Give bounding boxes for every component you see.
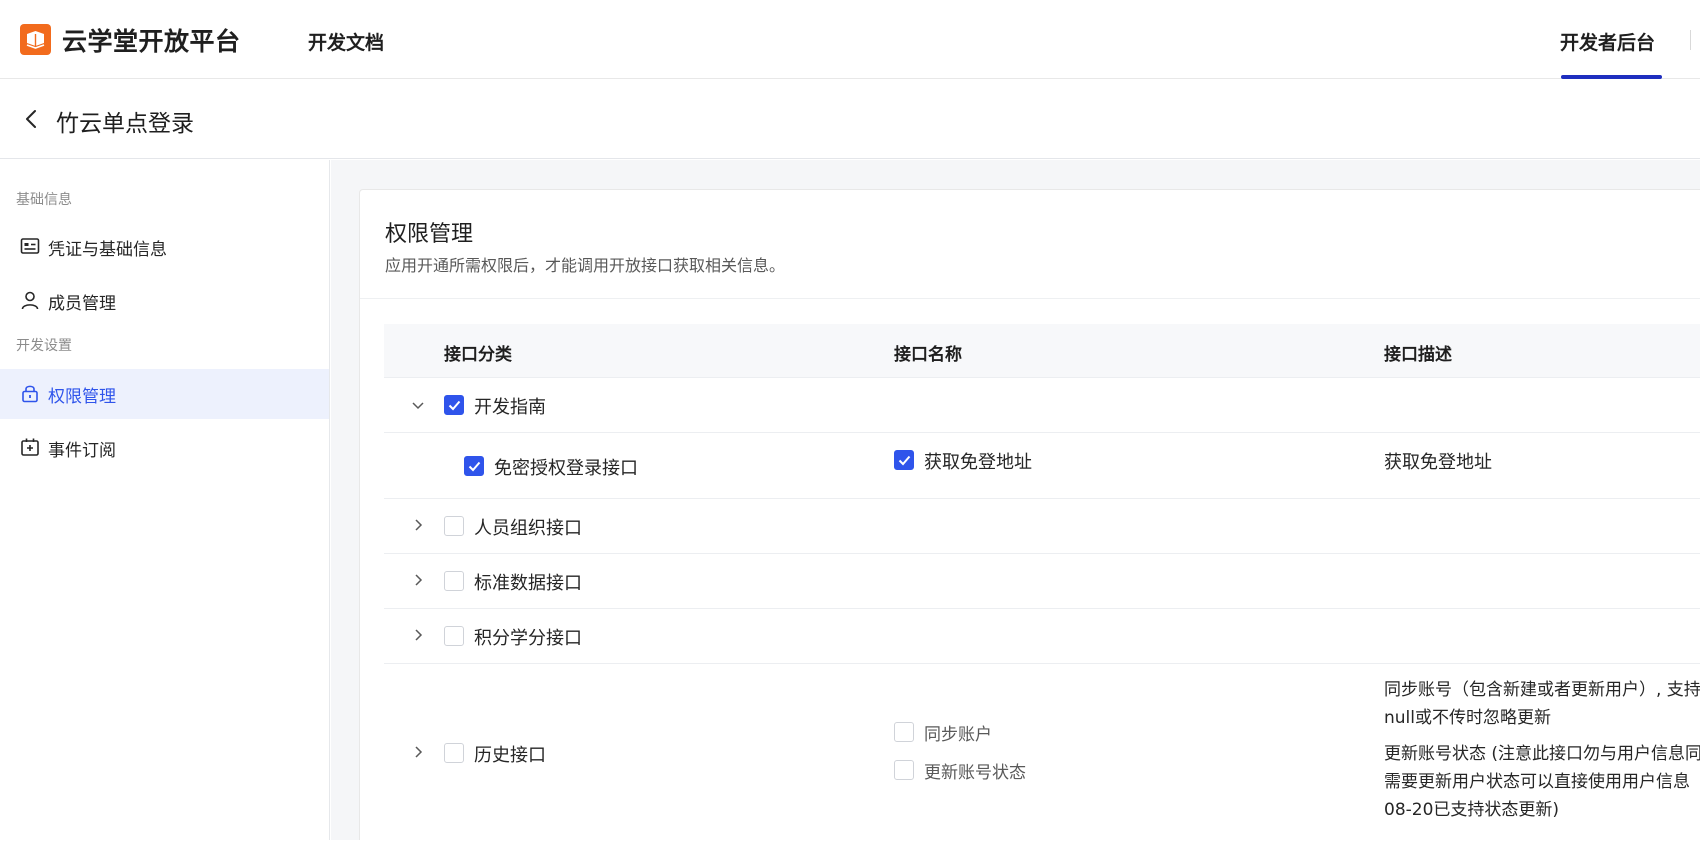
sidebar-item-permissions[interactable]: 权限管理 [0, 369, 329, 419]
card-description: 应用开通所需权限后，才能调用开放接口获取相关信息。 [385, 256, 786, 275]
divider [360, 298, 1700, 299]
api-checkbox[interactable] [894, 722, 914, 742]
api-description: 需要更新用户状态可以直接使用用户信息 [1384, 772, 1690, 792]
subcategory-checkbox[interactable] [464, 456, 484, 476]
api-description: 同步账号（包含新建或者更新用户）, 支持 [1384, 680, 1700, 700]
table-row: 历史接口 同步账户 更新账号状态 同步账号（包含新建或者更新用户）, 支持 nu… [384, 664, 1700, 844]
table-row: 标准数据接口 [384, 554, 1700, 609]
table-row: 积分学分接口 [384, 609, 1700, 664]
sidebar-item-credentials[interactable]: 凭证与基础信息 [0, 222, 329, 272]
subcategory-label: 免密授权登录接口 [494, 458, 638, 479]
sidebar-item-label: 成员管理 [48, 294, 116, 314]
chevron-right-icon[interactable] [410, 517, 426, 533]
page-title: 竹云单点登录 [56, 111, 194, 137]
category-checkbox[interactable] [444, 516, 464, 536]
category-label: 开发指南 [474, 397, 546, 418]
sub-header: 竹云单点登录 [0, 79, 1700, 159]
top-header: 云学堂开放平台 开发文档 开发者后台 [0, 0, 1700, 79]
category-label: 标准数据接口 [474, 573, 582, 594]
api-description: 更新账号状态 (注意此接口勿与用户信息同 [1384, 744, 1700, 764]
logo-icon[interactable] [20, 24, 51, 55]
permissions-card: 权限管理 应用开通所需权限后，才能调用开放接口获取相关信息。 接口分类 接口名称… [359, 189, 1700, 840]
category-label: 历史接口 [474, 745, 546, 766]
sidebar-item-members[interactable]: 成员管理 [0, 276, 329, 326]
category-checkbox[interactable] [444, 626, 464, 646]
sidebar-group-dev: 开发设置 [16, 338, 72, 354]
api-name: 同步账户 [924, 725, 992, 745]
chevron-right-icon[interactable] [410, 627, 426, 643]
chevron-right-icon[interactable] [410, 572, 426, 588]
lock-icon [20, 383, 40, 403]
back-arrow-icon[interactable] [20, 107, 44, 131]
nav-console-link[interactable]: 开发者后台 [1560, 28, 1655, 55]
nav-docs-link[interactable]: 开发文档 [308, 28, 384, 55]
table-row: 开发指南 [384, 378, 1700, 433]
id-card-icon [20, 236, 40, 256]
category-label: 人员组织接口 [474, 518, 582, 539]
api-checkbox[interactable] [894, 760, 914, 780]
api-description: null或不传时忽略更新 [1384, 708, 1551, 728]
nav-divider [1690, 30, 1691, 50]
sidebar-item-label: 权限管理 [48, 387, 116, 407]
sidebar-item-label: 凭证与基础信息 [48, 240, 167, 260]
category-label: 积分学分接口 [474, 628, 582, 649]
event-icon [20, 437, 40, 457]
api-name: 更新账号状态 [924, 763, 1026, 783]
card-title: 权限管理 [385, 222, 474, 247]
user-icon [20, 290, 40, 310]
column-header-name: 接口名称 [894, 345, 962, 365]
chevron-down-icon[interactable] [410, 397, 426, 413]
table-row: 免密授权登录接口 获取免登地址 获取免登地址 [384, 433, 1700, 499]
api-checkbox[interactable] [894, 450, 914, 470]
column-header-desc: 接口描述 [1384, 345, 1452, 365]
brand-name[interactable]: 云学堂开放平台 [62, 22, 241, 58]
sidebar-group-basic: 基础信息 [16, 192, 72, 208]
category-checkbox[interactable] [444, 571, 464, 591]
table-header: 接口分类 接口名称 接口描述 [384, 324, 1700, 378]
api-description: 08-20已支持状态更新) [1384, 800, 1560, 820]
column-header-category: 接口分类 [444, 345, 512, 365]
sidebar-item-events[interactable]: 事件订阅 [0, 423, 329, 473]
chevron-right-icon[interactable] [410, 744, 426, 760]
category-checkbox[interactable] [444, 743, 464, 763]
category-checkbox[interactable] [444, 395, 464, 415]
sidebar-item-label: 事件订阅 [48, 441, 116, 461]
sidebar: 基础信息 凭证与基础信息 成员管理 开发设置 权限管理 事件订阅 [0, 160, 330, 840]
api-description: 获取免登地址 [1384, 452, 1492, 473]
api-name: 获取免登地址 [924, 452, 1032, 473]
table-row: 人员组织接口 [384, 499, 1700, 554]
